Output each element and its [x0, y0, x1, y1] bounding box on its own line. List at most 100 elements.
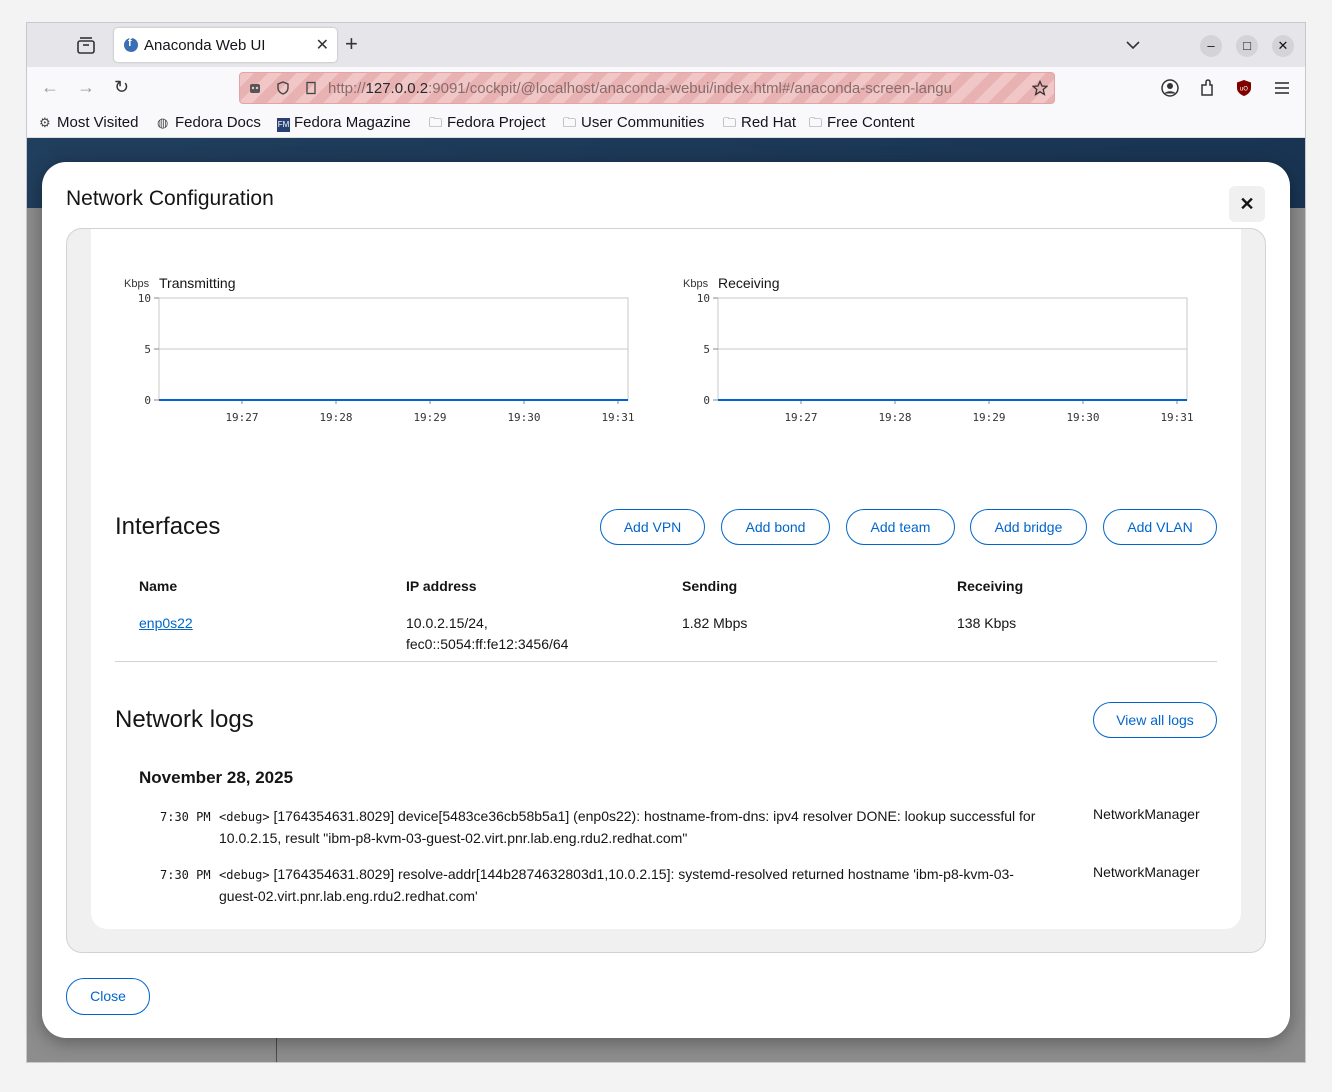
ublock-icon[interactable]: uO: [1234, 78, 1254, 98]
log-message: <debug> [1764354631.8029] resolve-addr[1…: [219, 864, 1069, 907]
y-tick-label: 5: [703, 343, 710, 356]
log-level: <debug>: [219, 868, 270, 882]
column-header-ip-address: IP address: [406, 578, 477, 594]
menu-icon[interactable]: [1272, 78, 1292, 98]
chart-svg: 0 5 10 19:27 19:28 19:29 19:30 19:31: [138, 292, 635, 424]
column-header-sending: Sending: [682, 578, 738, 594]
folder-icon: 🗀: [429, 115, 443, 130]
robot-icon: [250, 84, 260, 93]
bookmark-label: Fedora Magazine: [294, 114, 411, 131]
add-vpn-button[interactable]: Add VPN: [600, 509, 705, 545]
gear-icon: ⚙: [39, 115, 51, 130]
globe-icon: ◍: [157, 115, 169, 130]
log-time: 7:30 PM: [160, 868, 211, 882]
log-source: NetworkManager: [1093, 806, 1200, 822]
x-tick-label: 19:28: [878, 411, 911, 424]
bookmark-most-visited[interactable]: ⚙ Most Visited: [39, 114, 138, 131]
interface-receiving: 138 Kbps: [957, 615, 1017, 631]
y-tick-label: 0: [144, 394, 151, 407]
back-icon[interactable]: ←: [41, 77, 59, 98]
receiving-chart: Kbps Receiving 0 5 10 19:27 19:28 19:29 19:30 1…: [674, 269, 1194, 439]
chevron-down-icon[interactable]: [1125, 37, 1141, 58]
y-tick-label: 10: [697, 292, 710, 305]
add-bond-button[interactable]: Add bond: [721, 509, 830, 545]
x-tick-label: 19:30: [507, 411, 540, 424]
log-source: NetworkManager: [1093, 864, 1200, 880]
y-tick-label: 10: [138, 292, 151, 305]
log-date: November 28, 2025: [139, 768, 294, 787]
account-icon[interactable]: [1160, 78, 1180, 98]
navigation-bar: ← → ↻ http://127.0.0.2:9091/cockpit/@loc…: [27, 67, 1305, 109]
network-configuration-dialog: Network Configuration ✕ Kbps Transmittin…: [42, 162, 1290, 1038]
bookmark-fedora-project[interactable]: 🗀 Fedora Project: [429, 114, 545, 136]
tab-overview-icon[interactable]: [75, 35, 97, 57]
add-team-button[interactable]: Add team: [846, 509, 955, 545]
bookmark-user-communities[interactable]: 🗀 User Communities: [563, 114, 704, 136]
x-tick-label: 19:30: [1066, 411, 1099, 424]
url-host: 127.0.0.2: [365, 80, 429, 97]
add-vlan-button[interactable]: Add VLAN: [1103, 509, 1217, 545]
chart-svg: 0 5 10 19:27 19:28 19:29 19:30 19:31: [697, 292, 1194, 424]
x-tick-label: 19:29: [972, 411, 1005, 424]
view-all-logs-button[interactable]: View all logs: [1093, 702, 1217, 738]
column-header-name: Name: [139, 578, 178, 594]
window-close-icon[interactable]: ✕: [1272, 35, 1294, 57]
x-tick-label: 19:28: [319, 411, 352, 424]
url-bar[interactable]: http://127.0.0.2:9091/cockpit/@localhost…: [239, 72, 1055, 104]
x-tick-label: 19:27: [784, 411, 817, 424]
transmitting-chart: Kbps Transmitting 0 5 10 19:27 19:28 19:29 19:…: [115, 269, 635, 439]
add-bridge-button[interactable]: Add bridge: [970, 509, 1087, 545]
folder-icon: 🗀: [723, 115, 737, 130]
bookmarks-toolbar: ⚙ Most Visited ◍ Fedora Docs FM Fedora Maga…: [27, 109, 1305, 138]
log-time: 7:30 PM: [160, 810, 211, 824]
x-tick-label: 19:31: [1160, 411, 1193, 424]
url-path: :9091/cockpit/@localhost/anaconda-webui/…: [428, 80, 952, 97]
y-tick-label: 0: [703, 394, 710, 407]
x-tick-label: 19:27: [225, 411, 258, 424]
tab-title: Anaconda Web UI: [144, 37, 266, 54]
x-tick-label: 19:31: [601, 411, 634, 424]
x-tick-label: 19:29: [413, 411, 446, 424]
browser-tab[interactable]: Anaconda Web UI ✕: [114, 28, 337, 62]
close-button[interactable]: Close: [66, 978, 150, 1015]
bookmark-label: Fedora Docs: [175, 114, 261, 131]
log-text: guest-02.virt.pnr.lab.eng.rdu2.redhat.co…: [219, 888, 478, 904]
fm-icon: FM: [277, 118, 290, 132]
bookmark-red-hat[interactable]: 🗀 Red Hat: [723, 114, 796, 136]
log-text: 10.0.2.15, result "ibm-p8-kvm-03-guest-0…: [219, 830, 688, 846]
page-icon: [306, 81, 316, 95]
interface-name-link[interactable]: enp0s22: [139, 613, 193, 634]
forward-icon[interactable]: →: [77, 77, 95, 98]
dialog-title: Network Configuration: [66, 187, 274, 210]
interface-name[interactable]: enp0s22: [139, 615, 193, 631]
maximize-icon[interactable]: □: [1236, 35, 1258, 57]
url-prefix: http://: [328, 80, 366, 97]
new-tab-icon[interactable]: +: [345, 33, 358, 55]
ip-address-line: fec0::5054:ff:fe12:3456/64: [406, 636, 569, 652]
folder-icon: 🗀: [563, 115, 577, 130]
dialog-close-icon[interactable]: ✕: [1229, 186, 1265, 222]
bookmark-fedora-docs[interactable]: ◍ Fedora Docs: [157, 114, 261, 131]
bookmark-star-icon[interactable]: [1032, 80, 1048, 96]
y-tick-label: 5: [144, 343, 151, 356]
log-text: [1764354631.8029] resolve-addr[144b28746…: [273, 866, 1014, 882]
interface-ip-address: 10.0.2.15/24, fec0::5054:ff:fe12:3456/64: [406, 613, 568, 655]
folder-icon: 🗀: [809, 115, 823, 130]
bookmark-label: Free Content: [827, 114, 915, 131]
interface-sending: 1.82 Mbps: [682, 615, 748, 631]
tab-close-icon[interactable]: ✕: [316, 35, 329, 55]
bookmark-label: Red Hat: [741, 114, 797, 131]
bookmark-label: Fedora Project: [447, 114, 546, 131]
reload-icon[interactable]: ↻: [114, 77, 129, 98]
fedora-favicon-icon: [124, 37, 138, 52]
bookmark-fedora-magazine[interactable]: FM Fedora Magazine: [277, 114, 411, 132]
log-text: [1764354631.8029] device[5483ce36cb58b5a…: [273, 808, 1036, 824]
url-text: http://127.0.0.2:9091/cockpit/@localhost…: [328, 80, 952, 97]
extensions-icon[interactable]: [1197, 78, 1217, 98]
bookmark-free-content[interactable]: 🗀 Free Content: [809, 114, 915, 136]
minimize-icon[interactable]: –: [1200, 35, 1222, 57]
ip-address-line: 10.0.2.15/24,: [406, 615, 488, 631]
bookmark-label: User Communities: [581, 114, 705, 131]
network-card: Kbps Transmitting 0 5 10 19:27 19:28 19:29 19:…: [91, 229, 1241, 929]
shield-icon[interactable]: [276, 81, 290, 95]
